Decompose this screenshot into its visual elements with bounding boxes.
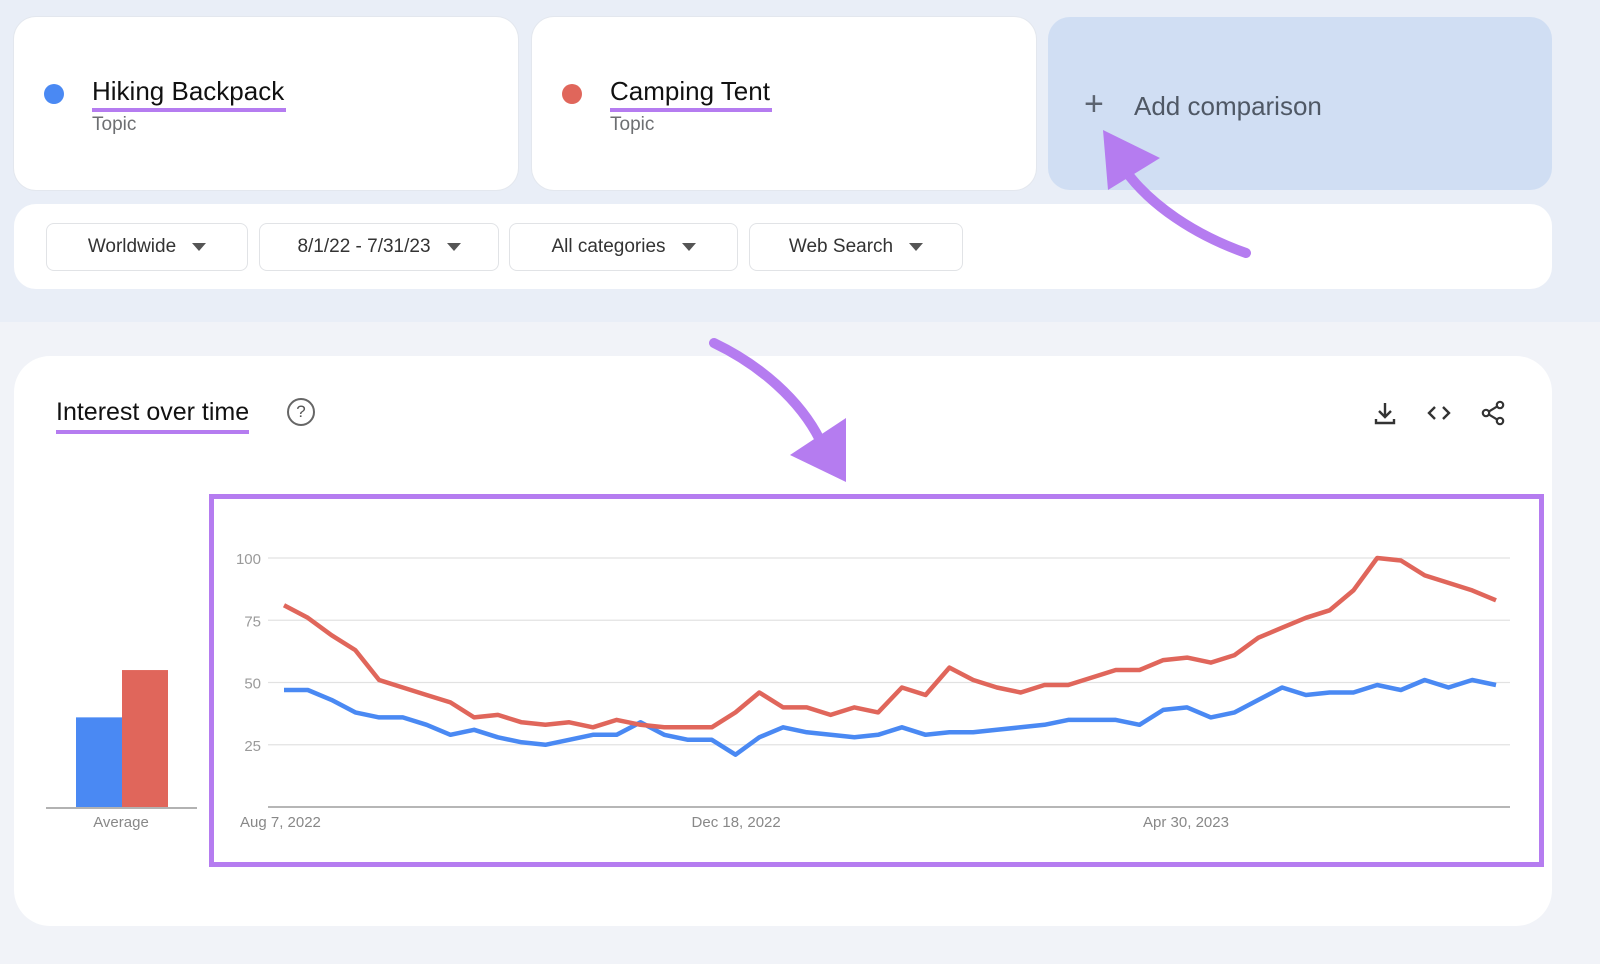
- chart-highlight-frame: [209, 494, 1544, 867]
